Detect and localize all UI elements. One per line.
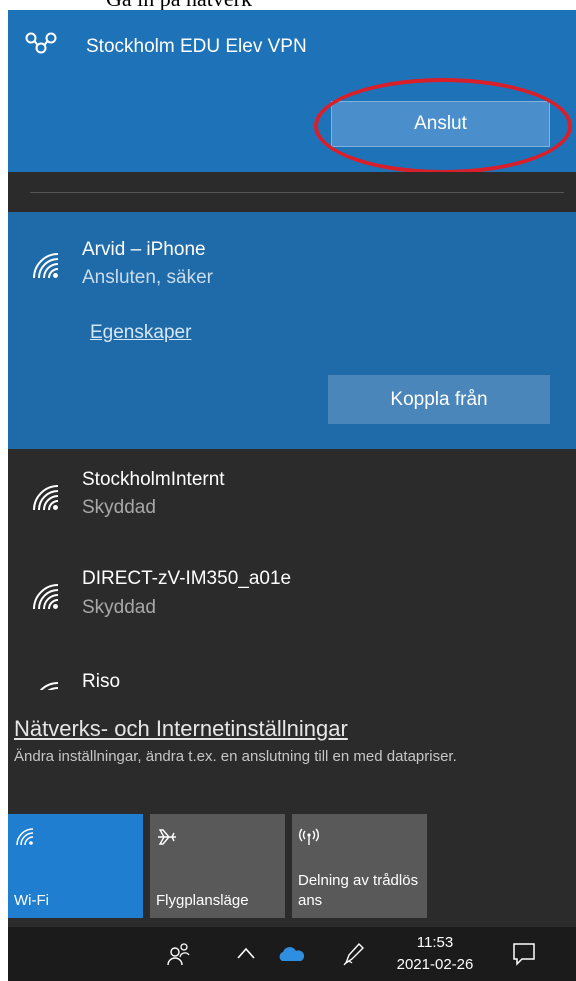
settings-description: Ändra inställningar, ändra t.ex. en ansl… xyxy=(14,748,457,765)
network-status: Skyddad xyxy=(82,597,156,618)
taskbar: 11:53 2021-02-26 xyxy=(8,927,576,981)
hotspot-icon xyxy=(299,828,319,845)
mobile-hotspot-tile[interactable]: Delning av trådlös ans xyxy=(292,814,427,918)
network-list-item[interactable]: Riso xyxy=(8,666,576,690)
wifi-signal-icon xyxy=(33,584,59,610)
divider xyxy=(30,192,564,193)
action-center-icon[interactable] xyxy=(512,942,536,966)
wifi-signal-icon xyxy=(39,682,59,690)
network-status: Ansluten, säker xyxy=(82,267,213,288)
chevron-up-icon[interactable] xyxy=(236,946,256,960)
vpn-icon xyxy=(25,32,57,54)
tile-label: Delning av trådlös ans xyxy=(298,872,419,909)
network-name: Arvid – iPhone xyxy=(82,239,206,260)
network-flyout: Stockholm EDU Elev VPN Anslut Arvid – iP… xyxy=(8,10,576,927)
vpn-name: Stockholm EDU Elev VPN xyxy=(86,36,307,57)
network-name: StockholmInternt xyxy=(82,469,225,490)
airplane-icon xyxy=(158,829,176,845)
wifi-toggle-tile[interactable]: Wi-Fi xyxy=(8,814,143,918)
wifi-signal-icon xyxy=(33,253,59,279)
wifi-signal-icon xyxy=(33,485,59,511)
network-name: DIRECT-zV-IM350_a01e xyxy=(82,568,292,589)
wifi-icon xyxy=(16,828,34,846)
clock[interactable]: 11:53 2021-02-26 xyxy=(388,932,482,976)
tile-label: Wi-Fi xyxy=(14,892,49,909)
vpn-section: Stockholm EDU Elev VPN Anslut xyxy=(8,10,576,172)
people-icon[interactable] xyxy=(166,941,192,967)
network-status: Skyddad xyxy=(82,497,156,518)
network-settings-link[interactable]: Nätverks- och Internetinställningar xyxy=(14,716,348,742)
pen-icon[interactable] xyxy=(342,941,366,967)
clock-time: 11:53 xyxy=(416,934,454,951)
properties-link[interactable]: Egenskaper xyxy=(90,322,191,344)
clock-date: 2021-02-26 xyxy=(396,956,474,973)
onedrive-cloud-icon[interactable] xyxy=(277,946,305,962)
network-name: Riso xyxy=(82,671,121,690)
document-caption: Gå in på nätverk xyxy=(0,0,576,10)
vpn-connect-button[interactable]: Anslut xyxy=(331,101,550,147)
tile-label: Flygplansläge xyxy=(156,892,249,909)
airplane-mode-tile[interactable]: Flygplansläge xyxy=(150,814,285,918)
caption-text: Gå in på nätverk xyxy=(106,0,252,10)
disconnect-button[interactable]: Koppla från xyxy=(328,375,550,424)
